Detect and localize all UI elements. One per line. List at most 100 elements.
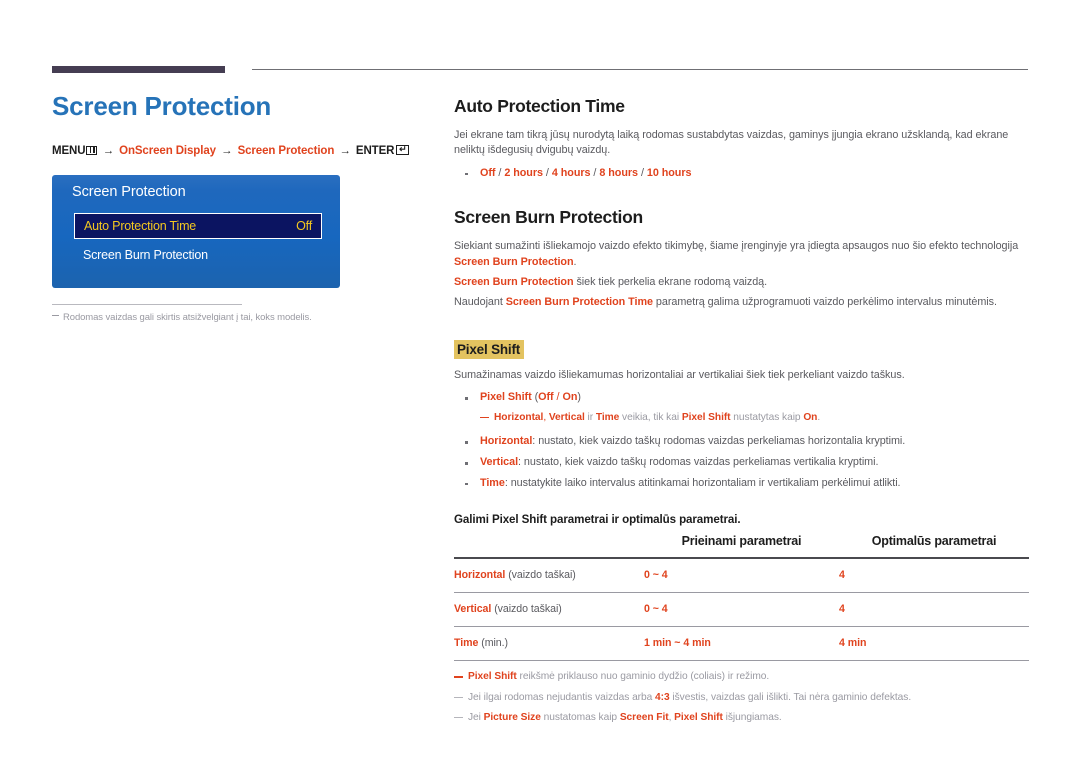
table-row: Time (min.) 1 min ~ 4 min 4 min <box>454 626 1029 661</box>
footnote-3-accent-2: Screen Fit <box>619 711 669 723</box>
sbp-p1-pre: Siekiant sumažinti išliekamojo vaizdo ef… <box>454 240 1019 253</box>
sbp-p2-accent: Screen Burn Protection <box>454 275 574 288</box>
breadcrumb-arrow-2: → <box>221 144 233 157</box>
table-cell-available: 1 min ~ 4 min <box>644 637 711 650</box>
footnote-3: Jei Picture Size nustatomas kaip Screen … <box>454 711 1029 725</box>
note-dash-icon <box>52 314 59 316</box>
heading-screen-burn-protection: Screen Burn Protection <box>454 207 643 228</box>
option-8-hours: 8 hours <box>599 166 638 179</box>
footnote-3-end: išjungiamas. <box>722 711 782 723</box>
table-header-row: Prieinami parametrai Optimalūs parametra… <box>454 530 1029 558</box>
footnote-2: Jei ilgai rodomas nejudantis vaizdas arb… <box>454 691 1029 705</box>
list-item: Off / 2 hours / 4 hours / 8 hours / 10 h… <box>454 166 1029 182</box>
table-row: Vertical (vaizdo taškai) 0 ~ 4 4 <box>454 592 1029 627</box>
table-caption: Galimi Pixel Shift parametrai ir optimal… <box>454 513 741 527</box>
osd-row-screen-burn-protection[interactable]: Screen Burn Protection <box>74 242 322 268</box>
breadcrumb-item-screen-protection[interactable]: Screen Protection <box>238 145 335 157</box>
osd-menu-title: Screen Protection <box>72 183 186 200</box>
table-cell-label: Vertical (vaizdo taškai) <box>454 593 644 627</box>
table-cell-available: 0 ~ 4 <box>644 603 668 616</box>
heading-auto-protection-time: Auto Protection Time <box>454 96 625 116</box>
pixel-shift-value-off: Off <box>538 391 554 404</box>
screen-burn-paragraph-3: Naudojant Screen Burn Protection Time pa… <box>454 295 1029 310</box>
breadcrumb-enter-label: ENTER <box>355 144 395 157</box>
param-desc: : nustato, kiek vaizdo taškų rodomas vai… <box>518 456 879 469</box>
option-10-hours: 10 hours <box>646 166 692 179</box>
subnote-end: . <box>817 412 821 424</box>
param-desc: : nustato, kiek vaizdo taškų rodomas vai… <box>532 435 906 448</box>
param-name-time: Time <box>480 476 505 489</box>
footnote-1: Pixel Shift reikšmė priklauso nuo gamini… <box>454 670 1029 684</box>
table-cell-label: Time (min.) <box>454 627 644 661</box>
option-2-hours: 2 hours <box>504 166 543 179</box>
right-column: Auto Protection Time Jei ekrane tam tikr… <box>454 96 1029 731</box>
table-cell-optimal: 4 min <box>839 637 867 650</box>
table-cell-label: Horizontal (vaizdo taškai) <box>454 558 644 593</box>
row-label-horizontal: Horizontal <box>454 569 506 582</box>
subnote-sep-2: ir <box>584 412 596 424</box>
option-sep: / <box>495 166 505 179</box>
option-off: Off <box>480 166 496 179</box>
breadcrumb: MENU → OnScreen Display → Screen Protect… <box>52 144 412 157</box>
option-sep: / <box>590 166 600 179</box>
table-header-optimal: Optimalūs parametrai <box>871 534 997 549</box>
osd-row-label: Auto Protection Time <box>84 218 197 233</box>
menu-bars-icon <box>86 145 98 155</box>
subnote-mid: veikia, tik kai <box>619 412 682 424</box>
left-note-text: Rodomas vaizdas gali skirtis atsižvelgia… <box>63 311 312 323</box>
breadcrumb-arrow-1: → <box>102 144 115 157</box>
row-unit: (vaizdo taškai) <box>505 569 576 582</box>
pixel-shift-subnote: Horizontal, Vertical ir Time veikia, tik… <box>454 411 1029 425</box>
pixel-shift-paren-close: ) <box>577 391 581 404</box>
pixel-shift-option-name: Pixel Shift <box>480 391 532 404</box>
subnote-horizontal: Horizontal <box>494 412 544 424</box>
table-cell-optimal: 4 <box>839 603 845 616</box>
heading-pixel-shift: Pixel Shift <box>454 339 525 360</box>
screen-burn-paragraph-1: Siekiant sumažinti išliekamojo vaizdo ef… <box>454 239 1029 270</box>
option-sep: / <box>638 166 647 179</box>
list-item: Vertical: nustato, kiek vaizdo taškų rod… <box>454 455 1029 471</box>
list-item: Time: nustatykite laiko intervalus atiti… <box>454 476 1029 492</box>
table-cell-optimal: 4 <box>839 569 845 582</box>
osd-row-value: Off <box>296 218 312 233</box>
breadcrumb-menu-label: MENU <box>52 144 86 157</box>
osd-row-auto-protection-time[interactable]: Auto Protection Time Off <box>74 212 322 239</box>
sbp-p3-pre: Naudojant <box>454 296 506 309</box>
footnote-3-accent-3: Pixel Shift <box>674 711 723 723</box>
row-unit: (vaizdo taškai) <box>491 603 562 616</box>
footnote-2-accent: 4:3 <box>655 691 670 703</box>
footnote-2-pre: Jei ilgai rodomas nejudantis vaizdas arb… <box>468 691 656 703</box>
param-desc: : nustatykite laiko intervalus atitinkam… <box>504 476 901 489</box>
auto-protection-body: Jei ekrane tam tikrą jūsų nurodytą laiką… <box>454 129 1009 157</box>
sbp-p3-post: parametrą galima užprogramuoti vaizdo pe… <box>652 296 997 309</box>
breadcrumb-item-onscreen-display[interactable]: OnScreen Display <box>119 145 216 157</box>
footnote-2-post: išvestis, vaizdas gali išlikti. Tai nėra… <box>669 691 912 703</box>
table-cell-available: 0 ~ 4 <box>644 569 668 582</box>
option-4-hours: 4 hours <box>551 166 591 179</box>
pixel-shift-parameter-list: Horizontal: nustato, kiek vaizdo taškų r… <box>454 434 1029 491</box>
row-unit: (min.) <box>478 637 509 650</box>
subnote-tail: nustatytas kaip <box>730 412 804 424</box>
param-name-vertical: Vertical <box>480 456 519 469</box>
auto-protection-options-list: Off / 2 hours / 4 hours / 8 hours / 10 h… <box>454 166 1029 182</box>
enter-key-icon: ↵ <box>396 144 410 155</box>
pixel-shift-body: Sumažinamas vaizdo išliekamumas horizont… <box>454 369 905 382</box>
option-sep: / <box>542 166 552 179</box>
sbp-p1-accent: Screen Burn Protection <box>454 255 574 268</box>
subnote-time: Time <box>595 412 620 424</box>
table-header-blank <box>454 530 644 558</box>
footnote-3-accent-1: Picture Size <box>483 711 541 723</box>
header-rule-thin <box>252 69 1028 70</box>
list-item: Pixel Shift (Off / On) <box>454 390 1029 406</box>
subnote-vertical: Vertical <box>548 412 585 424</box>
table-head: Prieinami parametrai Optimalūs parametra… <box>454 530 1029 558</box>
left-note-divider <box>52 303 242 305</box>
sbp-p2-post: šiek tiek perkelia ekrane rodomą vaizdą. <box>573 275 768 288</box>
sbp-p1-post: . <box>573 255 577 268</box>
screen-burn-paragraph-2: Screen Burn Protection šiek tiek perkeli… <box>454 275 1029 290</box>
table-header-available: Prieinami parametrai <box>681 534 802 549</box>
sbp-p3-accent: Screen Burn Protection Time <box>505 296 653 309</box>
footnote-3-pre: Jei <box>468 711 484 723</box>
footnote-1-accent: Pixel Shift <box>468 671 517 683</box>
subnote-pixel-shift: Pixel Shift <box>681 412 731 424</box>
